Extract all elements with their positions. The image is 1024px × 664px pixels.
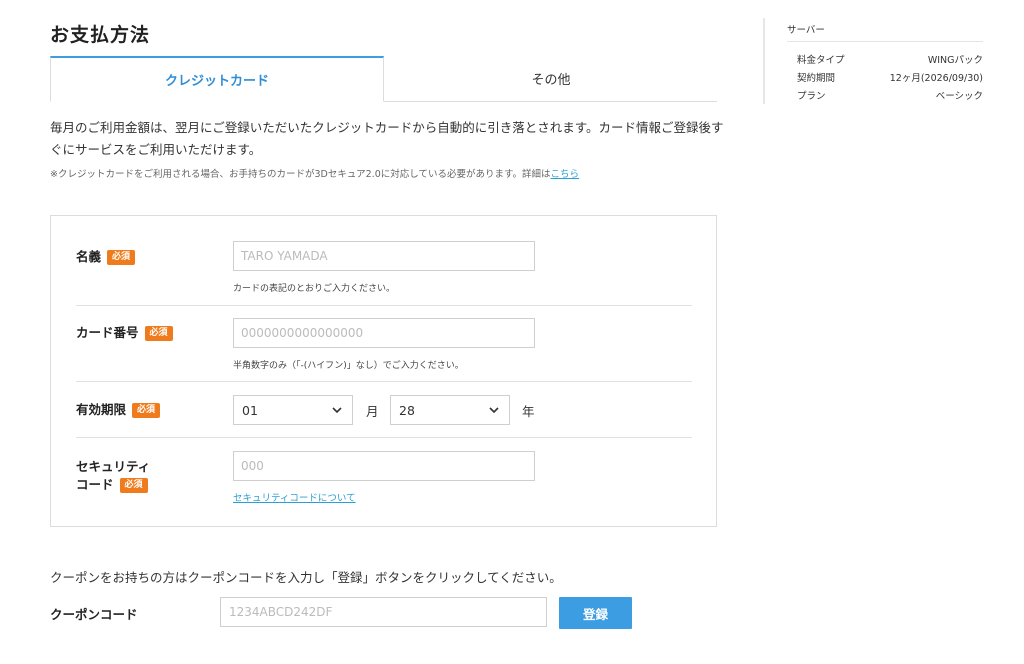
summary-key: 料金タイプ [797,55,845,66]
chevron-down-icon [489,407,499,414]
expiry-year-value: 28 [399,402,415,418]
details-link[interactable]: こちら [551,169,580,180]
register-coupon-button[interactable]: 登録 [559,597,632,629]
required-badge: 必須 [144,326,173,341]
3d-secure-note: ※クレジットカードをご利用される場合、お手持ちのカードが3Dセキュア2.0に対応… [50,166,579,180]
server-summary: サーバー 料金タイプ WINGパック 契約期間 12ヶ月(2026/09/30)… [763,18,983,104]
card-number-label: カード番号 必須 [76,324,173,342]
summary-row: 料金タイプ WINGパック [797,52,983,66]
card-number-label-text: カード番号 [76,325,139,340]
name-help-text: カードの表記のとおりご入力ください。 [233,284,396,294]
page-title: お支払方法 [50,24,151,46]
summary-value: WINGパック [927,55,983,66]
month-unit: 月 [366,404,379,419]
coupon-code-input[interactable]: 1234ABCD242DF [220,597,547,627]
security-code-input[interactable]: 000 [233,451,535,481]
summary-divider [787,41,983,42]
name-label: 名義 必須 [76,248,136,266]
required-badge: 必須 [119,478,148,493]
intro-text: 毎月のご利用金額は、翌月にご登録いただいたクレジットカードから自動的に引き落とさ… [50,120,724,157]
card-number-input[interactable]: 0000000000000000 [233,318,535,348]
card-form: 名義 必須 TARO YAMADA カードの表記のとおりご入力ください。 カード番… [50,215,717,527]
summary-key: プラン [797,91,826,102]
security-code-row: セキュリティ コード 必須 000 セキュリティコードについて [76,438,692,526]
note-text: ※クレジットカードをご利用される場合、お手持ちのカードが3Dセキュア2.0に対応… [50,169,551,180]
name-row: 名義 必須 TARO YAMADA カードの表記のとおりご入力ください。 [76,216,692,306]
card-number-row: カード番号 必須 0000000000000000 半角数字のみ（「-(ハイフン)… [76,306,692,382]
security-label-line1: セキュリティ [76,459,151,474]
required-badge: 必須 [132,403,161,418]
security-label-line2: コード [76,477,114,492]
year-unit: 年 [522,404,535,419]
summary-row: プラン ベーシック [797,88,983,102]
expiry-month-value: 01 [242,402,258,418]
expiry-row: 有効期限 必須 01 月 28 年 [76,382,692,438]
expiry-year-select[interactable]: 28 [390,395,510,425]
payment-tabs: クレジットカード その他 [50,56,717,102]
summary-value: 12ヶ月(2026/09/30) [889,73,983,84]
card-number-help-text: 半角数字のみ（「-(ハイフン)」なし）でご入力ください。 [233,361,464,371]
coupon-label: クーポンコード [50,607,138,622]
tab-other[interactable]: その他 [384,56,718,101]
security-code-info-link[interactable]: セキュリティコードについて [233,490,356,504]
chevron-down-icon [332,407,342,414]
summary-value: ベーシック [935,91,983,102]
summary-key: 契約期間 [797,73,836,84]
coupon-description: クーポンをお持ちの方はクーポンコードを入力し「登録」ボタンをクリックしてください… [50,570,562,585]
summary-row: 契約期間 12ヶ月(2026/09/30) [797,70,983,84]
expiry-label-text: 有効期限 [76,402,127,417]
security-code-label: セキュリティ コード 必須 [76,458,150,494]
tab-credit-card[interactable]: クレジットカード [50,56,384,102]
required-badge: 必須 [107,250,136,265]
card-holder-name-input[interactable]: TARO YAMADA [233,241,535,271]
name-label-text: 名義 [76,249,102,264]
expiry-month-select[interactable]: 01 [233,395,353,425]
expiry-label: 有効期限 必須 [76,401,161,419]
summary-title: サーバー [787,25,825,36]
